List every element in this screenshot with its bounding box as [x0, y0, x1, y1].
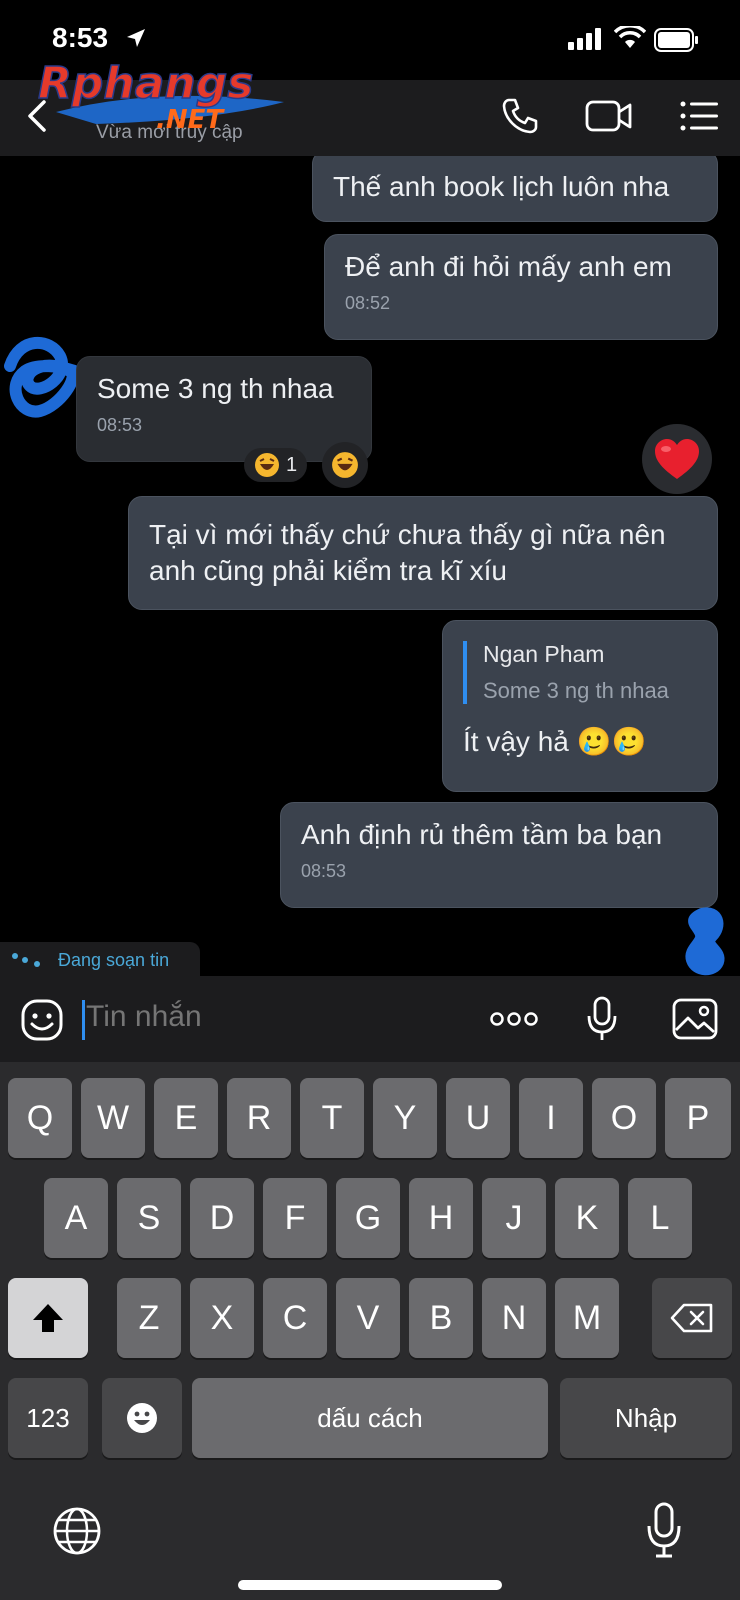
emoji-key[interactable]	[102, 1378, 182, 1458]
shift-key[interactable]	[8, 1278, 88, 1358]
key-b[interactable]: B	[409, 1278, 473, 1358]
watermark-logo: Rphangs .NET	[37, 57, 284, 135]
dictation-mic-icon[interactable]	[646, 1502, 682, 1558]
key-i[interactable]: I	[519, 1078, 583, 1158]
key-n[interactable]: N	[482, 1278, 546, 1358]
enter-key[interactable]: Nhập	[560, 1378, 732, 1458]
message-bubble-outgoing-reply[interactable]: Ngan Pham Some 3 ng th nhaa Ít vậy hả 🥲🥲	[442, 620, 718, 792]
microphone-icon[interactable]	[586, 996, 618, 1042]
location-arrow-icon	[127, 29, 145, 47]
message-composer	[0, 976, 740, 1062]
wifi-icon	[614, 26, 646, 48]
key-k[interactable]: K	[555, 1178, 619, 1258]
emoji-face-icon	[127, 1403, 157, 1433]
key-y[interactable]: Y	[373, 1078, 437, 1158]
quoted-sender: Ngan Pham	[483, 641, 605, 667]
svg-text:.NET: .NET	[156, 105, 225, 135]
message-text: Anh định rủ thêm tầm ba bạn	[301, 819, 663, 850]
key-h[interactable]: H	[409, 1178, 473, 1258]
home-indicator[interactable]	[238, 1580, 502, 1590]
key-u[interactable]: U	[446, 1078, 510, 1158]
key-d[interactable]: D	[190, 1178, 254, 1258]
message-text: Thế anh book lịch luôn nha	[333, 171, 670, 202]
redacted-avatar-icon	[685, 907, 725, 976]
chat-area: Thế anh book lịch luôn nha Để anh đi hỏi…	[0, 156, 740, 976]
list-menu-icon[interactable]	[680, 100, 720, 132]
key-x[interactable]: X	[190, 1278, 254, 1358]
key-o[interactable]: O	[592, 1078, 656, 1158]
backspace-icon	[670, 1303, 713, 1333]
reaction-summary[interactable]: 1	[244, 448, 308, 482]
key-s[interactable]: S	[117, 1178, 181, 1258]
more-options-icon[interactable]	[490, 1010, 538, 1028]
key-z[interactable]: Z	[117, 1278, 181, 1358]
quick-reaction-heart-button[interactable]	[642, 424, 712, 494]
key-t[interactable]: T	[300, 1078, 364, 1158]
key-p[interactable]: P	[665, 1078, 731, 1158]
message-text: Để anh đi hỏi mấy anh em	[345, 251, 672, 282]
backspace-key[interactable]	[652, 1278, 732, 1358]
message-time: 08:53	[97, 415, 143, 435]
cellular-signal-icon	[568, 28, 601, 50]
message-text: Some 3 ng th nhaa	[97, 373, 334, 404]
message-bubble-outgoing[interactable]: Tại vì mới thấy chứ chưa thấy gì nữa nên…	[128, 496, 718, 610]
quoted-text: Some 3 ng th nhaa	[483, 678, 669, 703]
key-m[interactable]: M	[555, 1278, 619, 1358]
shift-arrow-icon	[33, 1304, 63, 1332]
message-bubble-outgoing[interactable]: Để anh đi hỏi mấy anh em 08:52	[324, 234, 718, 340]
typing-dots-icon	[12, 953, 40, 967]
phone-call-icon[interactable]	[500, 96, 540, 136]
key-v[interactable]: V	[336, 1278, 400, 1358]
message-time: 08:53	[301, 861, 347, 881]
key-r[interactable]: R	[227, 1078, 291, 1158]
key-w[interactable]: W	[81, 1078, 145, 1158]
key-e[interactable]: E	[154, 1078, 218, 1158]
on-screen-keyboard: Q W E R T Y U I O P A S D F G H J K L Z …	[0, 1062, 740, 1600]
key-g[interactable]: G	[336, 1178, 400, 1258]
message-time: 08:52	[345, 293, 391, 313]
text-cursor	[82, 1000, 85, 1040]
image-gallery-icon[interactable]	[672, 998, 718, 1040]
key-a[interactable]: A	[44, 1178, 108, 1258]
reaction-count: 1	[286, 453, 298, 476]
key-l[interactable]: L	[628, 1178, 692, 1258]
add-reaction-button[interactable]	[322, 442, 368, 488]
message-text: Ít vậy hả 🥲🥲	[463, 726, 647, 757]
message-bubble-outgoing[interactable]: Thế anh book lịch luôn nha	[312, 156, 718, 222]
heart-icon	[655, 439, 699, 479]
typing-label: Đang soạn tin	[58, 950, 170, 970]
globe-icon[interactable]	[52, 1506, 102, 1556]
key-f[interactable]: F	[263, 1178, 327, 1258]
space-key[interactable]: dấu cách	[192, 1378, 548, 1458]
numbers-key[interactable]: 123	[8, 1378, 88, 1458]
message-bubble-outgoing[interactable]: Anh định rủ thêm tầm ba bạn 08:53	[280, 802, 718, 908]
laughing-emoji-icon	[255, 453, 279, 477]
svg-text:Rphangs: Rphangs	[38, 58, 253, 109]
message-input[interactable]	[86, 1000, 446, 1034]
key-q[interactable]: Q	[8, 1078, 72, 1158]
redacted-avatar-icon	[4, 337, 86, 418]
message-bubble-incoming[interactable]: Some 3 ng th nhaa 08:53	[76, 356, 372, 462]
battery-icon	[654, 28, 698, 52]
message-text: Tại vì mới thấy chứ chưa thấy gì nữa nên…	[149, 519, 666, 586]
key-c[interactable]: C	[263, 1278, 327, 1358]
status-time: 8:53	[52, 22, 109, 53]
sticker-smiley-icon[interactable]	[20, 998, 64, 1042]
quoted-message[interactable]: Ngan Pham Some 3 ng th nhaa	[463, 641, 697, 704]
typing-indicator: Đang soạn tin	[0, 942, 200, 976]
video-call-icon[interactable]	[585, 98, 633, 134]
key-j[interactable]: J	[482, 1178, 546, 1258]
laughing-emoji-icon	[332, 452, 358, 478]
